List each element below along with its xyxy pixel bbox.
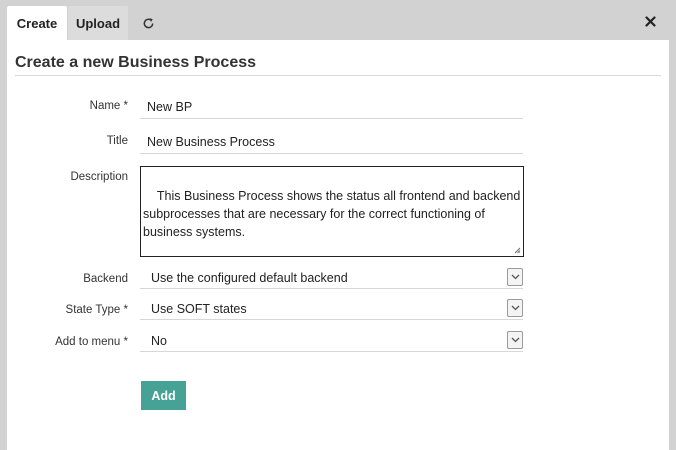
- state-type-dropdown-button[interactable]: [507, 299, 523, 317]
- add-to-menu-value: No: [151, 333, 167, 348]
- name-label: Name *: [89, 100, 128, 112]
- close-icon: [644, 15, 656, 27]
- resize-grip-icon[interactable]: [514, 247, 521, 254]
- state-type-select[interactable]: Use SOFT states: [140, 298, 523, 320]
- add-to-menu-label: Add to menu *: [55, 336, 128, 348]
- page-title: Create a new Business Process: [15, 54, 257, 71]
- form-panel: Create a new Business Process Name * New…: [7, 40, 669, 450]
- backend-select[interactable]: Use the configured default backend: [140, 267, 523, 289]
- chevron-down-icon: [511, 337, 519, 343]
- title-label: Title: [106, 135, 128, 147]
- state-type-value: Use SOFT states: [151, 301, 247, 316]
- title-value: New Business Process: [147, 134, 275, 149]
- title-input[interactable]: New Business Process: [140, 130, 523, 154]
- add-button[interactable]: Add: [141, 381, 186, 410]
- tab-create[interactable]: Create: [7, 6, 67, 40]
- backend-dropdown-button[interactable]: [507, 268, 523, 286]
- name-value: New BP: [147, 99, 193, 114]
- backend-value: Use the configured default backend: [151, 270, 348, 285]
- tab-upload-label: Upload: [75, 15, 121, 31]
- close-button[interactable]: [642, 13, 658, 29]
- add-to-menu-select[interactable]: No: [140, 330, 523, 352]
- chevron-down-icon: [511, 274, 519, 280]
- chevron-down-icon: [511, 305, 519, 311]
- state-type-label: State Type *: [65, 304, 128, 316]
- refresh-icon: [143, 17, 153, 28]
- name-input[interactable]: New BP: [140, 95, 523, 119]
- description-textarea[interactable]: This Business Process shows the status a…: [140, 166, 524, 257]
- description-label: Description: [70, 171, 128, 183]
- title-divider: [15, 75, 661, 76]
- description-value: This Business Process shows the status a…: [143, 189, 524, 239]
- backend-label: Backend: [83, 273, 128, 285]
- tab-create-label: Create: [16, 15, 58, 31]
- refresh-button[interactable]: [132, 6, 164, 40]
- tab-bar: Create Upload: [0, 0, 676, 40]
- tab-upload[interactable]: Upload: [68, 6, 128, 40]
- add-to-menu-dropdown-button[interactable]: [507, 331, 523, 349]
